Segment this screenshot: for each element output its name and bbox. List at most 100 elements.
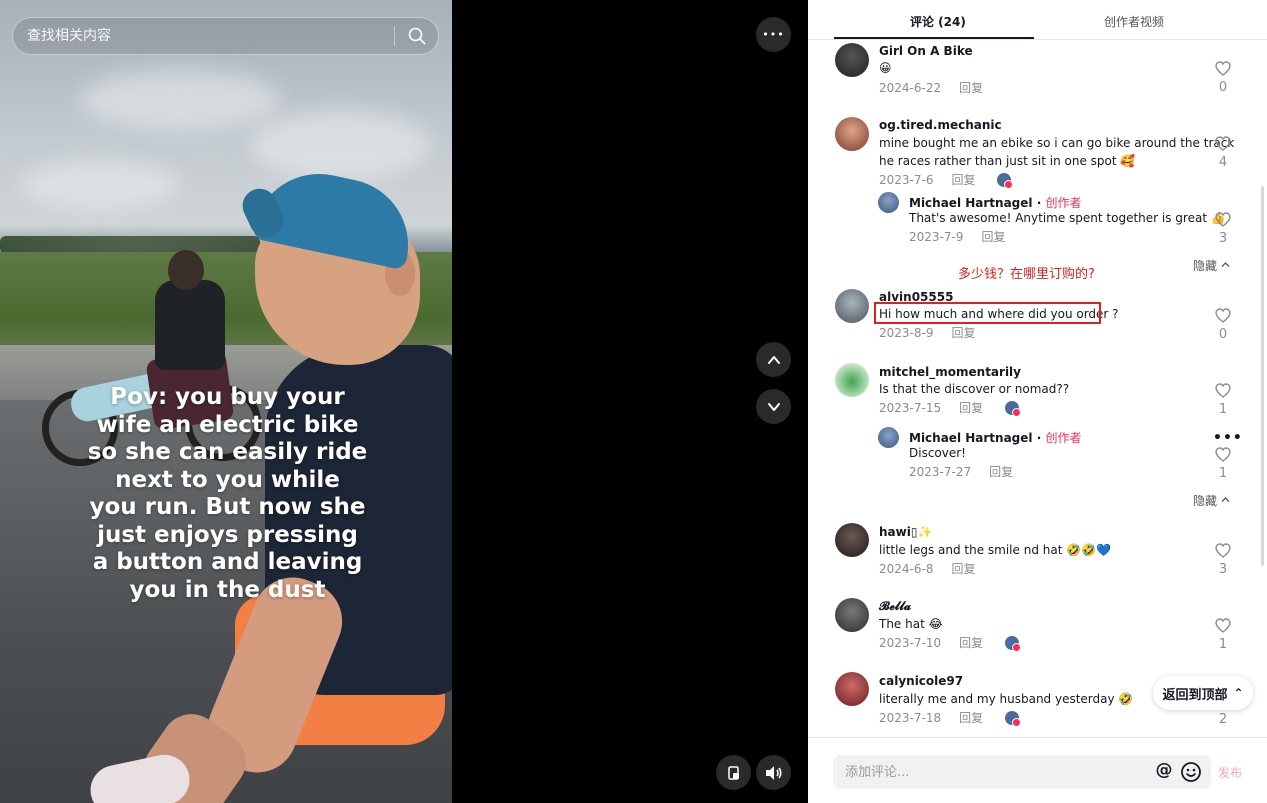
heart-icon	[1215, 136, 1231, 151]
caption-line: just enjoys pressing	[97, 521, 358, 548]
comment-meta: 2024-6-22 回复	[879, 79, 983, 96]
heart-icon	[1215, 447, 1231, 462]
heart-icon	[1215, 308, 1231, 323]
comment-text: mine bought me an ebike so i can go bike…	[879, 136, 1235, 150]
comment-username[interactable]: og.tired.mechanic	[879, 118, 1002, 132]
comment-date: 2023-7-10	[879, 636, 942, 650]
floating-player-button[interactable]	[716, 755, 751, 790]
like-count: 0	[1218, 80, 1228, 95]
search-button[interactable]	[395, 18, 438, 54]
comment-text: little legs and the smile nd hat 🤣🤣💙	[879, 543, 1112, 557]
more-icon: •••	[762, 28, 785, 41]
reply-button[interactable]: 回复	[989, 465, 1013, 479]
hide-replies-button[interactable]: 隐藏	[1193, 492, 1230, 509]
like-count: 1	[1218, 466, 1228, 481]
heart-icon	[1215, 543, 1231, 558]
comment-meta: 2023-7-10 回复	[879, 634, 1022, 652]
reply-button[interactable]: 回复	[951, 173, 975, 187]
tab-comments[interactable]: 评论 (24)	[910, 13, 966, 30]
more-options-button[interactable]: •••	[1213, 430, 1243, 446]
like-button[interactable]: 1	[1213, 447, 1233, 481]
comment-meta: 2024-6-8 回复	[879, 560, 975, 577]
search-input[interactable]	[13, 28, 394, 44]
emoji-icon	[1181, 762, 1201, 782]
avatar[interactable]	[835, 363, 869, 397]
like-count: 0	[1218, 327, 1228, 342]
reply-meta: 2023-7-9 回复	[909, 228, 1005, 245]
like-button[interactable]: 4	[1213, 136, 1233, 170]
reply-button[interactable]: 回复	[981, 230, 1005, 244]
heart-icon	[1215, 61, 1231, 76]
comment-input-wrapper: @	[833, 755, 1211, 789]
back-to-top-button[interactable]: 返回到顶部 ⌃	[1153, 676, 1253, 710]
avatar[interactable]	[835, 523, 869, 557]
hide-replies-button[interactable]: 隐藏	[1193, 257, 1230, 274]
reply-button[interactable]: 回复	[959, 636, 983, 650]
comment-date: 2023-8-9	[879, 326, 934, 340]
comment-username[interactable]: Girl On A Bike	[879, 44, 973, 58]
emoji-button[interactable]	[1180, 761, 1202, 783]
video-player[interactable]: Pov: you buy your wife an electric bike …	[0, 0, 452, 803]
search-icon	[408, 27, 425, 45]
caption-line: so she can easily ride	[87, 439, 368, 465]
send-button[interactable]: 发布	[1218, 764, 1242, 781]
comment-username[interactable]: calynicole97	[879, 674, 963, 688]
reply-username-text: Michael Hartnagel	[909, 431, 1033, 445]
caption-line: wife an electric bike	[96, 411, 359, 438]
reply-button[interactable]: 回复	[959, 81, 983, 95]
heart-icon	[1215, 383, 1231, 398]
annotation-translation: 多少钱？在哪里订购的?	[958, 267, 1095, 282]
comment-text: Is that the discover or nomad??	[879, 382, 1070, 396]
reply-username-text: Michael Hartnagel	[909, 196, 1033, 210]
reply-button[interactable]: 回复	[959, 711, 983, 725]
reply-button[interactable]: 回复	[951, 326, 975, 340]
like-button[interactable]: 0	[1213, 308, 1233, 342]
back-to-top-label: 返回到顶部	[1162, 687, 1228, 703]
floating-player-icon	[727, 765, 739, 780]
avatar[interactable]	[835, 672, 869, 706]
like-button[interactable]: 0	[1213, 61, 1233, 95]
tab-creator-videos[interactable]: 创作者视频	[1104, 13, 1164, 30]
previous-video-button[interactable]	[756, 342, 791, 377]
comment-username[interactable]: mitchel_momentarily	[879, 365, 1021, 379]
scrollbar[interactable]	[1261, 186, 1264, 566]
avatar[interactable]	[835, 289, 869, 323]
avatar[interactable]	[835, 117, 869, 151]
like-count: 1	[1218, 402, 1228, 417]
reply-button[interactable]: 回复	[959, 401, 983, 415]
next-video-button[interactable]	[756, 389, 791, 424]
like-button[interactable]: 1	[1213, 618, 1233, 652]
avatar[interactable]	[878, 427, 899, 448]
caption-line: next to you while	[115, 466, 340, 493]
avatar[interactable]	[835, 43, 869, 77]
avatar[interactable]	[878, 192, 899, 213]
comment-date: 2023-7-18	[879, 711, 942, 725]
avatar[interactable]	[835, 598, 869, 632]
comment-username[interactable]: hawi▯✨	[879, 525, 932, 539]
like-button[interactable]: 1	[1213, 383, 1233, 417]
creator-tag: 创作者	[1045, 431, 1082, 445]
like-count: 1	[1218, 637, 1228, 652]
chevron-up-icon	[767, 355, 780, 364]
video-caption: Pov: you buy your wife an electric bike …	[60, 384, 395, 604]
comment-date: 2023-7-15	[879, 401, 942, 415]
caret-up-icon: ⌃	[1233, 686, 1244, 700]
like-button[interactable]: 2	[1213, 712, 1233, 727]
like-count: 3	[1218, 231, 1228, 246]
video-area: Pov: you buy your wife an electric bike …	[0, 0, 808, 803]
comment-date: 2023-7-6	[879, 173, 934, 187]
comments-panel: 评论 (24) 创作者视频 Girl On A Bike 😀 2024-6-22…	[808, 0, 1267, 803]
mention-button[interactable]: @	[1153, 760, 1175, 784]
heart-icon	[1215, 618, 1231, 633]
comment-username[interactable]: 𝓑𝓮𝓵𝓵𝓪	[879, 599, 911, 614]
comment-input[interactable]	[833, 755, 1133, 789]
reply-button[interactable]: 回复	[951, 562, 975, 576]
comment-meta: 2023-7-6 回复	[879, 171, 1014, 189]
caption-line: you run. But now she	[89, 494, 366, 520]
comment-meta: 2023-7-15 回复	[879, 399, 1022, 417]
like-button[interactable]: 3	[1213, 543, 1233, 577]
chevron-up-icon	[1221, 262, 1230, 267]
more-options-button[interactable]: •••	[756, 17, 791, 52]
volume-button[interactable]	[756, 755, 791, 790]
like-button[interactable]: 3	[1213, 212, 1233, 246]
